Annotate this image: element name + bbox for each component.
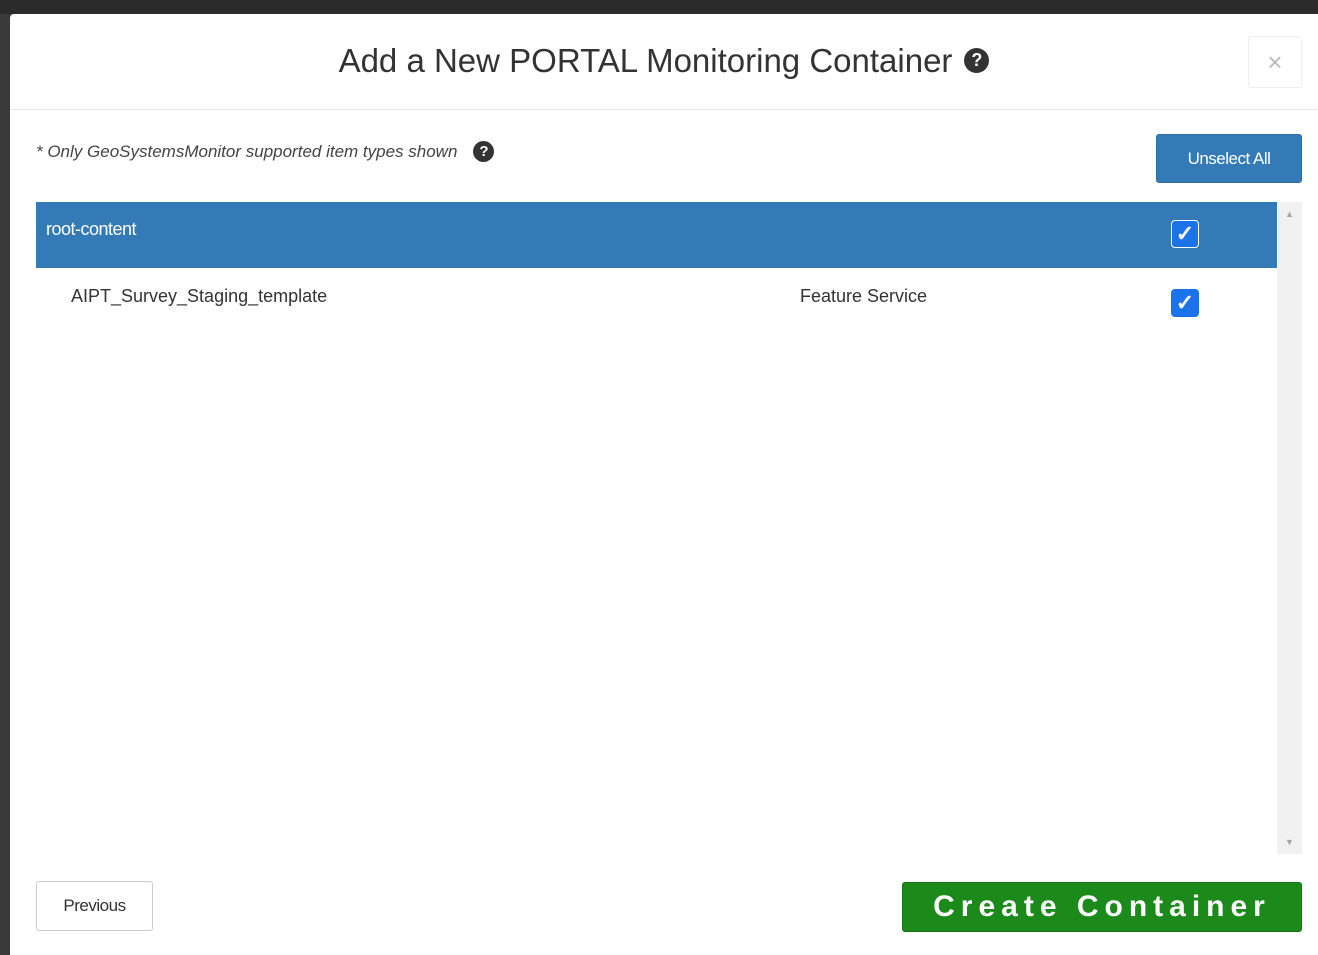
- previous-button[interactable]: Previous: [36, 881, 153, 931]
- scroll-down-arrow-icon[interactable]: ▼: [1277, 832, 1302, 852]
- tree-row-label: root-content: [46, 219, 137, 239]
- tree-row-label: AIPT_Survey_Staging_template: [71, 286, 328, 306]
- vertical-scrollbar[interactable]: ▲ ▼: [1277, 202, 1302, 854]
- add-container-dialog: Add a New PORTAL Monitoring Container? ×…: [10, 14, 1318, 955]
- dialog-title-text: Add a New PORTAL Monitoring Container: [338, 42, 953, 79]
- note-text: * Only GeoSystemsMonitor supported item …: [36, 142, 458, 161]
- page-backdrop: [0, 0, 1318, 14]
- dialog-title: Add a New PORTAL Monitoring Container?: [10, 42, 1318, 80]
- content-tree-list[interactable]: root-content ✓ AIPT_Survey_Staging_templ…: [36, 202, 1302, 854]
- create-container-button[interactable]: Create Container: [902, 882, 1302, 932]
- tree-row-root[interactable]: root-content ✓: [36, 202, 1277, 268]
- tree-row-item[interactable]: AIPT_Survey_Staging_template Feature Ser…: [36, 268, 1277, 330]
- item-checkbox[interactable]: ✓: [1171, 289, 1199, 317]
- unselect-all-button[interactable]: Unselect All: [1156, 134, 1302, 183]
- help-icon[interactable]: ?: [473, 141, 495, 163]
- supported-types-note: * Only GeoSystemsMonitor supported item …: [36, 141, 495, 163]
- root-checkbox[interactable]: ✓: [1171, 220, 1199, 248]
- dialog-header: Add a New PORTAL Monitoring Container? ×: [10, 14, 1318, 110]
- tree-row-type: Feature Service: [800, 286, 928, 306]
- help-icon[interactable]: ?: [964, 47, 990, 73]
- close-button[interactable]: ×: [1248, 36, 1302, 88]
- scroll-up-arrow-icon[interactable]: ▲: [1277, 204, 1302, 224]
